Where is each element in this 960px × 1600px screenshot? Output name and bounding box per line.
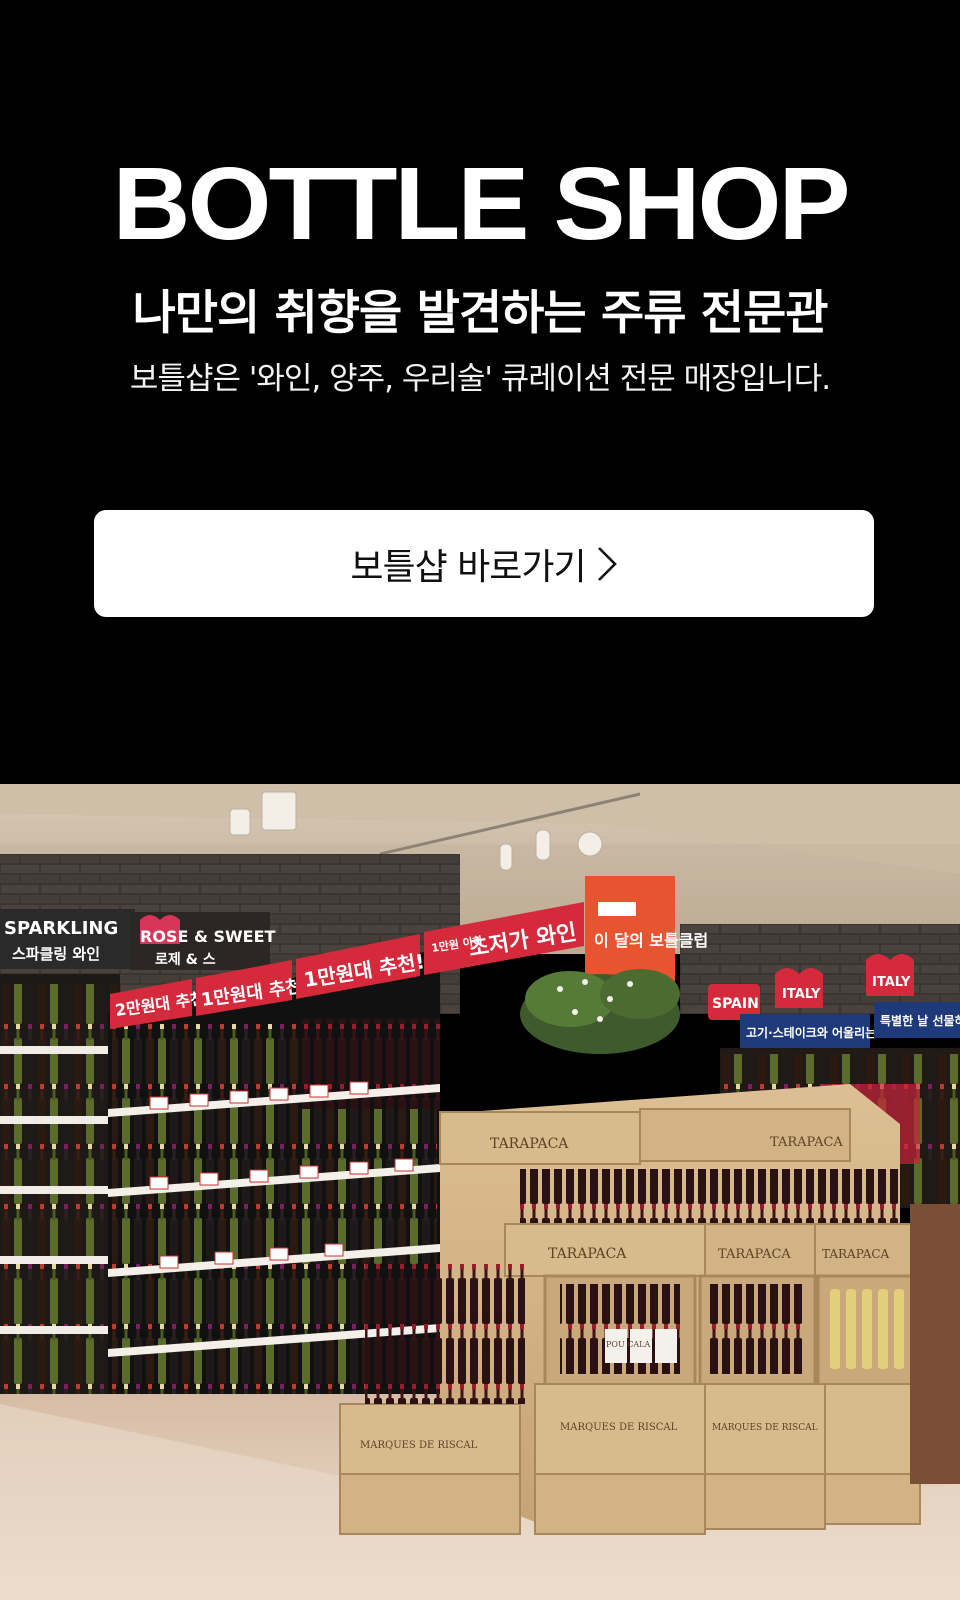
sign-italy-b: ITALY [872,975,911,990]
crate-riscal-3: MARQUES DE RISCAL [712,1423,818,1433]
cta-label: 보틀샵 바로가기 [350,546,586,588]
hero-section: BOTTLE SHOP 나만의 취향을 발견하는 주류 전문관 보틀샵은 '와인… [0,0,960,784]
chevron-right-icon [597,546,617,581]
label-pouilly: POU CALA [606,1340,650,1349]
sign-sparkling: SPARKLING [4,918,118,939]
headline: 나만의 취향을 발견하는 주류 전문관 [132,286,828,341]
store-photo: SPARKLING 스파클링 와인 ROSE & SWEET 로제 & 스 2만… [0,784,960,1600]
sign-bottle-club: 보틀클럽 [600,904,633,916]
sign-italy-a: ITALY [782,987,821,1002]
sign-rose: ROSE & SWEET [140,927,276,946]
crate-tarapaca-5: TARAPACA [822,1247,890,1261]
description: 보틀샵은 '와인, 양주, 우리술' 큐레이션 전문 매장입니다. [129,361,831,397]
crate-tarapaca-3: TARAPACA [548,1246,627,1262]
crate-riscal-1: MARQUES DE RISCAL [360,1440,478,1451]
sign-monthly: 이 달의 보틀클럽 [594,931,708,950]
page-title: BOTTLE SHOP [112,146,850,261]
sign-sparkling-ko: 스파클링 와인 [12,945,100,963]
crate-tarapaca-1: TARAPACA [490,1136,569,1152]
bottle-shop-link-button[interactable]: 보틀샵 바로가기 [94,510,874,617]
crate-riscal-2: MARQUES DE RISCAL [560,1422,678,1433]
crate-tarapaca-4: TARAPACA [718,1247,791,1262]
sign-rose-ko: 로제 & 스 [155,952,216,968]
sign-gift: 특별한 날 선물하 [880,1013,960,1028]
crate-tarapaca-2: TARAPACA [770,1135,843,1150]
sign-spain: SPAIN [712,996,759,1012]
sign-meat: 고기·스테이크와 어울리는 [746,1025,876,1040]
